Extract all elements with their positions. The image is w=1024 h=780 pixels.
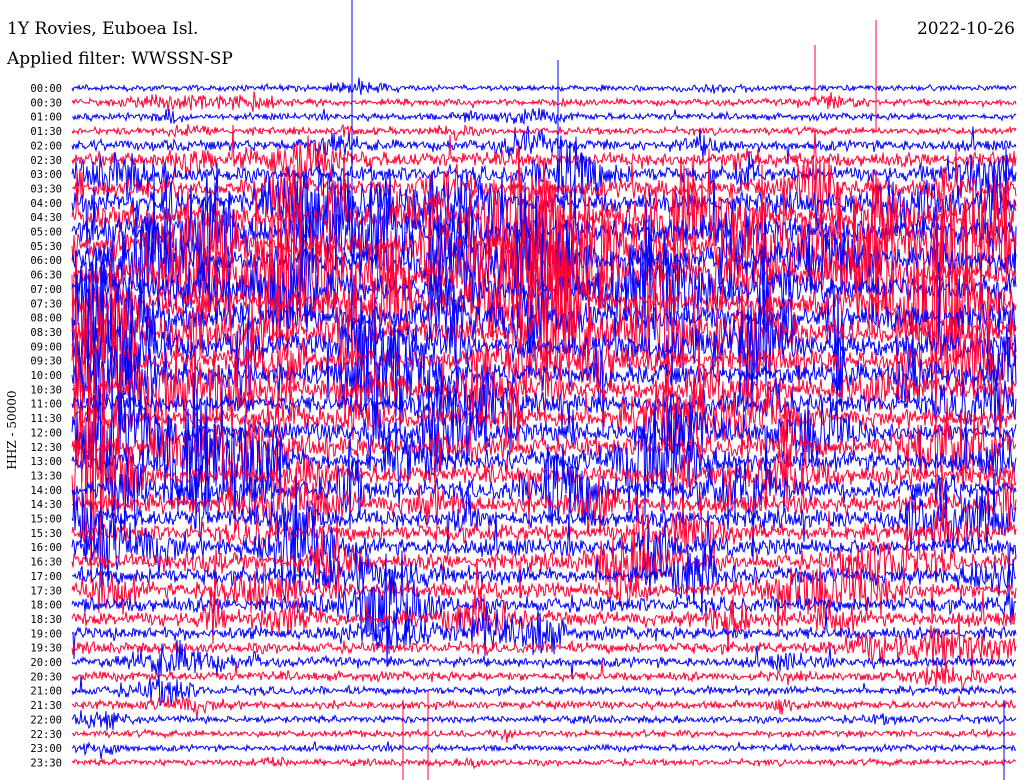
row-label-0200: 02:00 [30,140,62,152]
row-label-0300: 03:00 [30,169,62,181]
row-label-1900: 19:00 [30,628,62,640]
row-label-0500: 05:00 [30,227,62,239]
row-label-0930: 09:30 [30,356,62,368]
trace-row-0100 [71,107,1017,125]
row-label-0630: 06:30 [30,270,62,282]
row-label-1500: 15:00 [30,514,62,526]
row-label-0230: 02:30 [30,155,62,167]
helicorder-plot: 00:00 00:30 01:00 01:30 02:00 02:30 03:00 03:30… [30,0,1017,780]
trace-row-2200 [71,710,1017,731]
row-label-0430: 04:30 [30,212,62,224]
row-label-0900: 09:00 [30,341,62,353]
row-label-1230: 12:30 [30,442,62,454]
row-label-1200: 12:00 [30,427,62,439]
row-label-1300: 13:00 [30,456,62,468]
row-label-2300: 23:00 [30,743,62,755]
trace-row-0030 [71,91,1017,112]
trace-row-2300 [71,741,1017,760]
row-label-0100: 01:00 [30,112,62,124]
trace-row-2100 [71,673,1017,707]
row-label-1130: 11:30 [30,413,62,425]
row-label-0130: 01:30 [30,126,62,138]
row-label-0400: 04:00 [30,198,62,210]
row-label-1030: 10:30 [30,384,62,396]
row-label-1700: 17:00 [30,571,62,583]
row-label-2200: 22:00 [30,714,62,726]
row-label-2330: 23:30 [30,757,62,769]
row-label-1000: 10:00 [30,370,62,382]
row-label-2000: 20:00 [30,657,62,669]
trace-row-0000 [71,77,1017,96]
row-label-0800: 08:00 [30,313,62,325]
row-label-1730: 17:30 [30,585,62,597]
row-label-0700: 07:00 [30,284,62,296]
row-label-1100: 11:00 [30,399,62,411]
row-label-0030: 00:30 [30,97,62,109]
row-label-0600: 06:00 [30,255,62,267]
row-label-0330: 03:30 [30,183,62,195]
row-label-layer: 00:00 00:30 01:00 01:30 02:00 02:30 03:00 03:30… [30,83,62,769]
row-label-1830: 18:30 [30,614,62,626]
trace-row-2330 [71,756,1017,770]
row-label-0830: 08:30 [30,327,62,339]
row-label-1930: 19:30 [30,643,62,655]
row-label-0000: 00:00 [30,83,62,95]
row-label-1530: 15:30 [30,528,62,540]
row-label-1800: 18:00 [30,600,62,612]
row-label-1330: 13:30 [30,470,62,482]
row-label-2030: 20:30 [30,671,62,683]
row-label-2100: 21:00 [30,686,62,698]
row-label-0730: 07:30 [30,298,62,310]
trace-layer [71,0,1017,780]
row-label-0530: 05:30 [30,241,62,253]
row-label-1400: 14:00 [30,485,62,497]
row-label-1630: 16:30 [30,557,62,569]
row-label-2130: 21:30 [30,700,62,712]
row-label-2230: 22:30 [30,729,62,741]
trace-row-2230 [71,727,1017,743]
row-label-1600: 16:00 [30,542,62,554]
row-label-1430: 14:30 [30,499,62,511]
